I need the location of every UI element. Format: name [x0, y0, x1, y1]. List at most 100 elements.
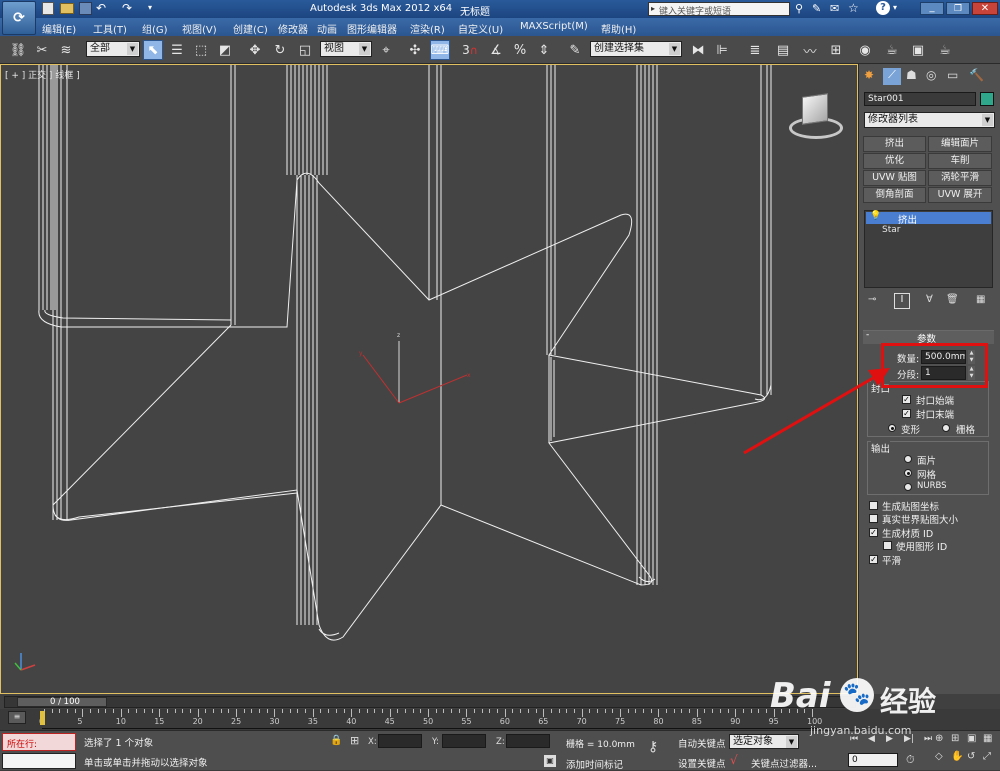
modifier-btn-bevel-profile[interactable]: 倒角剖面 — [863, 187, 926, 203]
modify-tab-icon[interactable]: ⟋ — [883, 68, 901, 85]
stack-item-star[interactable]: Star — [866, 225, 991, 237]
motion-tab-icon[interactable]: ◎ — [926, 68, 936, 82]
unlink-icon[interactable]: ✂ — [32, 40, 52, 60]
selection-lock-icon[interactable]: 🔒 — [330, 735, 342, 746]
object-name-field[interactable]: Star001 — [864, 92, 976, 106]
render-setup-icon[interactable]: ☕ — [882, 40, 902, 60]
key-icon[interactable]: ⚷ — [648, 739, 658, 755]
auto-key-button[interactable]: 自动关键点 — [678, 736, 726, 750]
angle-snap-icon[interactable]: ∡ — [486, 40, 506, 60]
output-nurbs-radio[interactable] — [904, 483, 912, 491]
next-frame-icon[interactable]: ▶| — [904, 734, 914, 744]
quick-access-dropdown-icon[interactable]: ▾ — [148, 3, 152, 12]
current-frame-marker[interactable] — [40, 711, 45, 725]
bind-space-warp-icon[interactable]: ≋ — [56, 40, 76, 60]
field-of-view-icon[interactable]: ◇ — [935, 751, 943, 762]
zoom-all-icon[interactable]: ⊞ — [951, 733, 959, 744]
reference-coordinate-dropdown[interactable]: 视图 ▼ — [320, 41, 372, 57]
mirror-icon[interactable]: ⧓ — [688, 40, 708, 60]
configure-sets-icon[interactable]: ▦ — [976, 294, 985, 305]
select-and-scale-icon[interactable]: ◱ — [295, 40, 315, 60]
edit-named-selection-icon[interactable]: ✎ — [565, 40, 585, 60]
material-editor-icon[interactable]: ◉ — [855, 40, 875, 60]
menu-animation[interactable]: 动画 — [317, 21, 337, 36]
y-coord-field[interactable] — [442, 734, 486, 748]
viewcube[interactable] — [789, 91, 843, 141]
undo-icon[interactable]: ↶ — [96, 1, 106, 15]
current-frame-field[interactable]: 0 — [848, 753, 898, 767]
modifier-btn-extrude[interactable]: 挤出 — [863, 136, 926, 152]
menu-modifiers[interactable]: 修改器 — [278, 21, 308, 36]
quick-access-save-icon[interactable] — [79, 2, 92, 15]
create-tab-icon[interactable]: ✸ — [864, 68, 874, 82]
search-field[interactable]: ▸ 键入关键字或短语 — [648, 2, 790, 17]
x-coord-field[interactable] — [378, 734, 422, 748]
modifier-btn-turbosmooth[interactable]: 涡轮平滑 — [928, 170, 992, 186]
spinner-snap-icon[interactable]: ⇕ — [534, 40, 554, 60]
select-object-icon[interactable]: ⬉ — [143, 40, 163, 60]
zoom-extents-all-icon[interactable]: ▦ — [983, 733, 992, 744]
go-to-start-icon[interactable]: ⏮ — [850, 734, 858, 744]
modifier-btn-uvw-unwrap[interactable]: UVW 展开 — [928, 187, 992, 203]
zoom-icon[interactable]: ⊕ — [935, 733, 943, 744]
select-and-move-icon[interactable]: ✥ — [245, 40, 265, 60]
modifier-btn-optimize[interactable]: 优化 — [863, 153, 926, 169]
utilities-tab-icon[interactable]: 🔨 — [969, 68, 984, 82]
mini-curve-editor-icon[interactable]: ≡ — [8, 711, 26, 724]
window-crossing-icon[interactable]: ◩ — [215, 40, 235, 60]
go-to-end-icon[interactable]: ⏭ — [924, 734, 932, 744]
select-and-rotate-icon[interactable]: ↻ — [270, 40, 290, 60]
orbit-icon[interactable]: ↺ — [967, 751, 975, 762]
absolute-mode-icon[interactable]: ⊞ — [350, 734, 359, 747]
real-world-map-checkbox[interactable] — [869, 514, 878, 523]
maxscript-listener[interactable]: 所在行: — [2, 733, 76, 751]
subscription-icon[interactable]: ✎ — [812, 2, 821, 15]
app-logo-icon[interactable]: ⟳ — [2, 1, 36, 35]
help-dropdown-icon[interactable]: ▾ — [893, 3, 897, 12]
time-slider-thumb[interactable]: 0 / 100 — [17, 697, 107, 707]
display-tab-icon[interactable]: ▭ — [947, 68, 958, 82]
named-selection-dropdown[interactable]: 创建选择集 ▼ — [590, 41, 682, 57]
menu-views[interactable]: 视图(V) — [182, 21, 217, 36]
pan-icon[interactable]: ✋ — [951, 751, 963, 762]
favorites-star-icon[interactable]: ☆ — [848, 1, 859, 15]
object-color-swatch[interactable] — [980, 92, 994, 106]
redo-icon[interactable]: ↷ — [122, 1, 132, 15]
time-config-icon[interactable]: ⏱ — [906, 753, 915, 767]
output-mesh-radio[interactable] — [904, 469, 912, 477]
menu-create[interactable]: 创建(C) — [233, 21, 268, 36]
help-icon[interactable]: ? — [876, 1, 890, 15]
key-mode-dropdown[interactable]: 选定对象 ▼ — [729, 734, 799, 749]
close-button[interactable]: ✕ — [972, 2, 998, 15]
z-coord-field[interactable] — [506, 734, 550, 748]
add-time-tag-icon[interactable]: ▣ — [544, 755, 556, 767]
add-time-tag[interactable]: 添加时间标记 — [566, 757, 623, 771]
schematic-view-icon[interactable]: ⊞ — [826, 40, 846, 60]
menu-group[interactable]: 组(G) — [142, 21, 168, 36]
cap-end-checkbox[interactable]: ✓ — [902, 409, 911, 418]
pin-stack-icon[interactable]: ⊸ — [868, 294, 876, 305]
snaps-toggle-icon[interactable]: 3 ∩ — [460, 40, 480, 60]
render-production-icon[interactable]: ☕ — [935, 40, 955, 60]
gen-map-coords-checkbox[interactable] — [869, 501, 878, 510]
menu-tools[interactable]: 工具(T) — [93, 21, 127, 36]
set-key-button[interactable]: 设置关键点 — [678, 756, 726, 770]
key-curve-icon[interactable]: √ — [730, 753, 738, 767]
percent-snap-icon[interactable]: % — [510, 40, 530, 60]
menu-edit[interactable]: 编辑(E) — [42, 21, 76, 36]
curve-editor-icon[interactable]: 〰 — [800, 40, 820, 60]
play-icon[interactable]: ▶ — [886, 734, 893, 744]
select-manipulate-icon[interactable]: ✣ — [405, 40, 425, 60]
quick-access-new-icon[interactable] — [42, 2, 54, 15]
viewcube-box[interactable] — [802, 93, 828, 125]
modifier-btn-edit-patch[interactable]: 编辑面片 — [928, 136, 992, 152]
keyboard-shortcut-override-icon[interactable]: ⌨ — [430, 40, 450, 60]
show-end-result-icon[interactable]: I — [894, 293, 910, 309]
quick-access-open-icon[interactable] — [60, 3, 74, 14]
gen-mat-ids-checkbox[interactable]: ✓ — [869, 528, 878, 537]
layer-manager-icon[interactable]: ≣ — [745, 40, 765, 60]
menu-maxscript[interactable]: MAXScript(M) — [520, 21, 588, 32]
align-icon[interactable]: ⊫ — [712, 40, 732, 60]
modifier-btn-lathe[interactable]: 车削 — [928, 153, 992, 169]
make-unique-icon[interactable]: ∀ — [926, 294, 933, 305]
